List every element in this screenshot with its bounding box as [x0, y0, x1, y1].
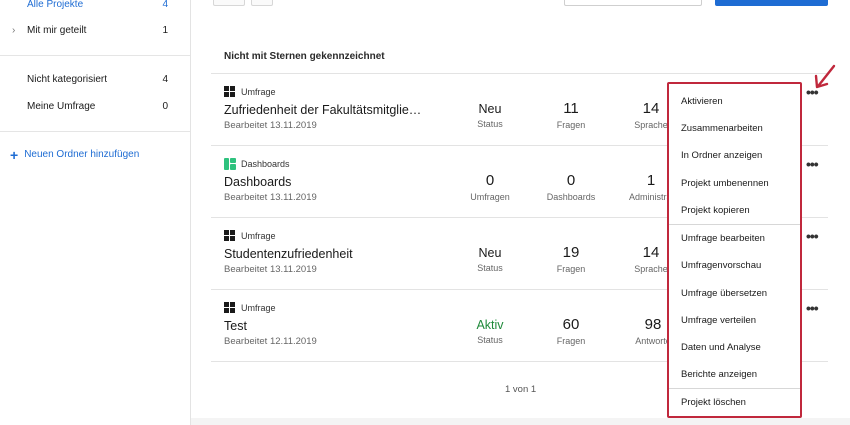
more-options-icon[interactable]: ••• [806, 157, 819, 171]
stat-label: Status [477, 119, 503, 129]
annotation-arrow-icon [814, 64, 836, 89]
stat-label: Dashboards [546, 192, 596, 202]
project-type: Dashboards [224, 158, 290, 170]
stat-label: Fragen [556, 120, 586, 130]
project-stat: 19 Fragen [551, 244, 591, 274]
project-name[interactable]: Test [224, 319, 247, 333]
sidebar-item-count: 4 [162, 0, 168, 10]
stat-label: Fragen [556, 264, 586, 274]
project-stat: 14 Sprache [631, 244, 671, 274]
sidebar-item-uncategorized[interactable]: Nicht kategorisiert 4 [0, 69, 190, 89]
more-options-icon[interactable]: ••• [806, 229, 819, 243]
survey-icon [224, 86, 236, 98]
menu-item-rename-project[interactable]: Projekt umbenennen [681, 178, 769, 189]
project-type-label: Dashboards [241, 159, 290, 169]
project-actions-menu: Aktivieren Zusammenarbeiten In Ordner an… [667, 82, 802, 418]
sidebar-divider [0, 55, 190, 56]
project-edited-date: Bearbeitet 12.11.2019 [224, 336, 317, 347]
project-stat: 60 Fragen [551, 316, 591, 346]
sidebar-item-count: 0 [162, 100, 168, 112]
sidebar-item-all-projects[interactable]: Alle Projekte 4 [0, 0, 190, 14]
toolbar-button[interactable] [213, 0, 245, 6]
stat-label: Umfragen [470, 192, 510, 202]
stat-value: Neu [478, 246, 502, 260]
bottom-scroll-area [191, 418, 850, 425]
stat-label: Status [477, 335, 503, 345]
project-edited-date: Bearbeitet 13.11.2019 [224, 120, 317, 131]
project-stat: 0 Umfragen [468, 172, 512, 202]
toolbar-button[interactable] [251, 0, 273, 6]
sidebar-item-label: Meine Umfrage [27, 100, 96, 112]
project-type-label: Umfrage [241, 231, 276, 241]
project-name[interactable]: Dashboards [224, 175, 291, 189]
stat-value: Neu [478, 102, 502, 116]
stat-value: 0 [485, 172, 495, 189]
sidebar-item-my-survey[interactable]: Meine Umfrage 0 [0, 96, 190, 116]
sidebar-item-count: 1 [162, 24, 168, 36]
menu-item-edit-survey[interactable]: Umfrage bearbeiten [681, 233, 765, 244]
project-type-label: Umfrage [241, 87, 276, 97]
project-stat: Neu Status [475, 244, 505, 273]
sidebar-item-label: Mit mir geteilt [27, 24, 87, 36]
create-project-button[interactable] [715, 0, 828, 6]
stat-label: Sprache [634, 264, 668, 274]
survey-icon [224, 302, 236, 314]
more-options-icon[interactable]: ••• [806, 301, 819, 315]
stat-value: 14 [642, 100, 660, 117]
project-edited-date: Bearbeitet 13.11.2019 [224, 192, 317, 203]
stat-label: Sprache [634, 120, 668, 130]
menu-item-show-in-folder[interactable]: In Ordner anzeigen [681, 150, 762, 161]
project-stat: 11 Fragen [551, 100, 591, 130]
stat-value: 14 [642, 244, 660, 261]
chevron-right-icon[interactable]: › [12, 25, 15, 36]
project-type: Umfrage [224, 86, 276, 98]
add-folder-label: Neuen Ordner hinzufügen [24, 149, 140, 160]
menu-item-distribute-survey[interactable]: Umfrage verteilen [681, 315, 756, 326]
project-stat: 0 Dashboards [545, 172, 597, 202]
sidebar-item-label: Alle Projekte [27, 0, 84, 10]
menu-item-collaborate[interactable]: Zusammenarbeiten [681, 123, 763, 134]
project-name[interactable]: Zufriedenheit der Fakultätsmitglie… [224, 103, 421, 117]
menu-item-view-reports[interactable]: Berichte anzeigen [681, 369, 757, 380]
sidebar-divider [0, 131, 190, 132]
add-folder-button[interactable]: + Neuen Ordner hinzufügen [10, 146, 140, 163]
stat-label: Status [477, 263, 503, 273]
menu-item-translate-survey[interactable]: Umfrage übersetzen [681, 288, 767, 299]
survey-icon [224, 230, 236, 242]
project-type-label: Umfrage [241, 303, 276, 313]
project-stat: Neu Status [475, 100, 505, 129]
project-type: Umfrage [224, 230, 276, 242]
dashboard-icon [224, 158, 236, 170]
pagination-label: 1 von 1 [505, 384, 537, 395]
menu-item-delete-project[interactable]: Projekt löschen [681, 397, 746, 408]
project-stat: Aktiv Status [473, 316, 507, 345]
menu-item-data-analysis[interactable]: Daten und Analyse [681, 342, 761, 353]
project-type: Umfrage [224, 302, 276, 314]
sidebar-item-shared-with-me[interactable]: › Mit mir geteilt 1 [0, 20, 190, 40]
menu-item-activate[interactable]: Aktivieren [681, 96, 723, 107]
section-title: Nicht mit Sternen gekennzeichnet [224, 51, 385, 62]
sidebar-item-count: 4 [162, 73, 168, 85]
sidebar: Alle Projekte 4 › Mit mir geteilt 1 Nich… [0, 0, 191, 425]
project-edited-date: Bearbeitet 13.11.2019 [224, 264, 317, 275]
project-name[interactable]: Studentenzufriedenheit [224, 247, 353, 261]
search-input[interactable] [564, 0, 702, 6]
project-stat: 14 Sprache [631, 100, 671, 130]
stat-value: 60 [562, 316, 580, 333]
sidebar-item-label: Nicht kategorisiert [27, 73, 108, 85]
menu-divider [669, 388, 800, 389]
menu-item-copy-project[interactable]: Projekt kopieren [681, 205, 750, 216]
menu-divider [669, 224, 800, 225]
stat-label: Fragen [556, 336, 586, 346]
stat-value: 19 [562, 244, 580, 261]
stat-value: 11 [563, 100, 579, 117]
stat-value: 0 [566, 172, 576, 189]
plus-icon: + [10, 146, 19, 163]
menu-item-preview-survey[interactable]: Umfragenvorschau [681, 260, 761, 271]
stat-value: Aktiv [476, 318, 504, 332]
